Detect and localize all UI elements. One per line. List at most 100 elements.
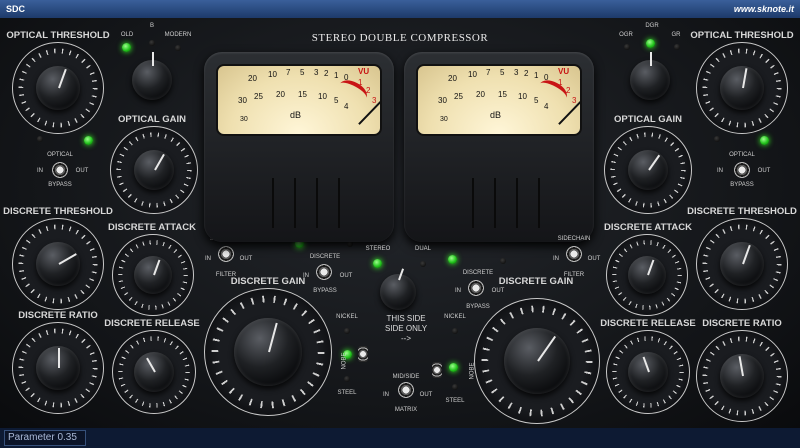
left-discrete-ratio-knob[interactable] [12,322,104,414]
right-vu-meter: 20 10 7 5 3 2 1 0 1 2 3 VU 30 25 20 15 1… [404,52,594,242]
right-sidechain-switch[interactable] [566,246,582,262]
left-discrete-threshold-label: DISCRETE THRESHOLD [3,206,113,217]
right-discrete-bypass-out: OUT [491,288,505,294]
right-meter-selector-knob[interactable] [630,52,670,100]
left-optical-bypass-bottom: BYPASS [48,182,72,188]
right-steel-label: STEEL [445,398,465,404]
left-nobe-label: NOBE [341,352,348,370]
right-discrete-gain-label: DISCRETE GAIN [498,276,574,287]
left-optical-threshold-label: OPTICAL THRESHOLD [6,30,110,41]
right-optical-bypass-led [760,136,769,145]
right-optical-bypass-led-off [714,136,720,142]
right-discrete-ratio-knob[interactable] [696,330,788,422]
compressor-panel: STEREO DOUBLE COMPRESSOR OPTICAL THRESHO… [0,18,800,428]
left-discrete-gain-label: DISCRETE GAIN [230,276,306,287]
left-sidechain-out: OUT [239,256,253,262]
left-mode-b-label: B [149,23,155,29]
left-optical-threshold-knob[interactable] [12,42,104,134]
left-discrete-release-label: DISCRETE RELEASE [104,318,200,329]
left-discrete-release-knob[interactable] [112,330,196,414]
plugin-window: SDC www.sknote.it STEREO DOUBLE COMPRESS… [0,0,800,448]
title-bar: SDC www.sknote.it [0,0,800,18]
left-optical-bypass-switch[interactable] [52,162,68,178]
left-discrete-gain-knob[interactable] [204,288,332,416]
right-discrete-release-knob[interactable] [606,330,690,414]
left-mode-old-label: OLD [120,32,134,38]
left-metal-switch[interactable] [358,346,368,362]
left-optical-bypass-led-off [37,136,43,142]
midside-bottom: MATRIX [394,407,418,413]
left-discrete-ratio-label: DISCRETE RATIO [18,310,98,321]
left-vu-db: dB [290,110,302,120]
left-optical-bypass-top: OPTICAL [47,152,73,158]
left-discrete-attack-knob[interactable] [112,234,194,316]
right-nobe-led [449,363,458,372]
dual-label: DUAL [414,246,432,252]
left-mode-modern-led [175,45,181,51]
right-discrete-gain-knob[interactable] [474,298,600,424]
right-discrete-bypass-led [448,255,457,264]
right-optical-threshold-label: OPTICAL THRESHOLD [690,30,794,41]
left-vu-meter: 20 10 7 5 3 2 1 0 1 2 3 VU 30 25 20 15 1… [204,52,394,242]
right-discrete-attack-knob[interactable] [606,234,688,316]
right-optical-gain-knob[interactable] [604,126,692,214]
left-discrete-attack-label: DISCRETE ATTACK [108,222,196,233]
right-optical-threshold-knob[interactable] [696,42,788,134]
right-discrete-threshold-label: DISCRETE THRESHOLD [687,206,797,217]
status-bar: Parameter 0.35 [0,428,800,448]
left-discrete-threshold-knob[interactable] [12,218,104,310]
left-discrete-bypass-switch[interactable] [316,264,332,280]
side-only-note: THIS SIDE SIDE ONLY --> [384,314,428,343]
right-vu-face: 20 10 7 5 3 2 1 0 1 2 3 VU 30 25 20 15 1… [416,64,582,136]
left-nickel-led [344,328,350,334]
right-optical-gain-label: OPTICAL GAIN [614,114,682,125]
left-sidechain-in: IN [205,256,211,262]
plugin-title: STEREO DOUBLE COMPRESSOR [311,32,489,44]
left-optical-bypass-led [84,136,93,145]
midside-out: OUT [419,392,433,398]
left-discrete-bypass-top: DISCRETE [309,254,341,260]
right-metal-switch[interactable] [432,362,442,378]
left-mode-selector-knob[interactable] [132,52,172,100]
vendor-site: www.sknote.it [733,4,794,14]
left-optical-gain-knob[interactable] [110,126,198,214]
parameter-readout: Parameter 0.35 [4,430,86,446]
right-discrete-ratio-label: DISCRETE RATIO [702,318,782,329]
right-discrete-bypass-in: IN [455,288,461,294]
left-vu-unit: VU [358,67,370,76]
right-meter-gr-label: GR [671,32,681,38]
midside-top: MID/SIDE [392,374,420,380]
right-meter-gr-led [674,44,680,50]
right-discrete-bypass-top: DISCRETE [462,270,494,276]
left-optical-gain-label: OPTICAL GAIN [118,114,186,125]
left-discrete-bypass-bottom: BYPASS [313,288,337,294]
right-optical-bypass-in: IN [717,168,723,174]
right-meter-ogr-label: OGR [619,32,633,38]
left-vu-face: 20 10 7 5 3 2 1 0 1 2 3 VU 30 25 20 15 1… [216,64,382,136]
right-vu-db: dB [490,110,502,120]
right-discrete-bypass-bottom: BYPASS [466,304,490,310]
left-optical-bypass-out: OUT [75,168,89,174]
right-meter-dgr-led [646,39,655,48]
right-meter-ogr-led [624,44,630,50]
left-mode-b-led [149,40,155,46]
right-discrete-release-label: DISCRETE RELEASE [600,318,696,329]
right-discrete-threshold-knob[interactable] [696,218,788,310]
right-optical-bypass-out: OUT [757,168,771,174]
right-steel-led [452,384,458,390]
left-optical-bypass-in: IN [37,168,43,174]
left-discrete-bypass-out: OUT [339,273,353,279]
midside-in: IN [383,392,389,398]
right-meter-dgr-label: DGR [645,23,659,29]
left-nickel-label: NICKEL [336,314,358,320]
left-sidechain-switch[interactable] [218,246,234,262]
window-title: SDC [6,4,26,14]
right-discrete-bypass-switch[interactable] [468,280,484,296]
midside-matrix-switch[interactable] [398,382,414,398]
dual-led [420,261,426,267]
right-discrete-bypass-led-off [500,258,506,264]
right-nickel-led [452,328,458,334]
stereo-dual-selector-knob[interactable] [380,268,416,310]
right-discrete-attack-label: DISCRETE ATTACK [604,222,692,233]
right-optical-bypass-switch[interactable] [734,162,750,178]
